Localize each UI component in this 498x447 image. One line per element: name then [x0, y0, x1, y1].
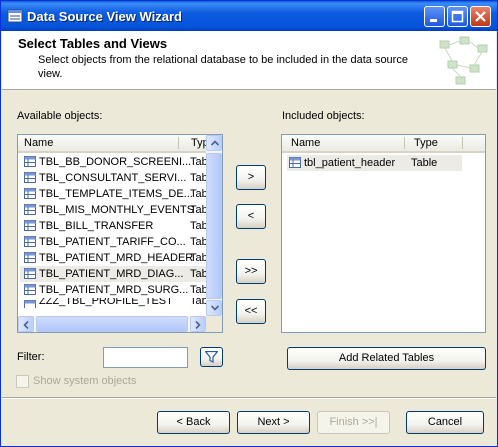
available-row-selected[interactable]: TBL_PATIENT_MRD_DIAG... Tab	[20, 266, 208, 282]
filter-input[interactable]	[103, 347, 188, 368]
table-icon	[24, 268, 36, 279]
table-icon	[24, 204, 36, 215]
column-separator[interactable]	[178, 137, 179, 149]
object-name: TBL_PATIENT_MRD_SURG...	[39, 284, 189, 296]
filter-icon	[205, 351, 218, 363]
add-related-tables-button[interactable]: Add Related Tables	[287, 347, 486, 370]
available-row[interactable]: ZZZ_TBL_PROFILE_TEST Tab	[20, 298, 206, 308]
included-row[interactable]: tbl_patient_header Table	[287, 155, 462, 171]
available-list-header: Name Typ	[18, 135, 209, 153]
table-icon	[24, 188, 36, 199]
chevron-down-icon	[211, 305, 219, 311]
back-button[interactable]: < Back	[157, 411, 230, 434]
object-name: tbl_patient_header	[304, 157, 396, 169]
footer-divider	[2, 397, 496, 399]
table-icon	[289, 157, 301, 168]
included-objects-list[interactable]: Name Type tbl_patient_header Table	[281, 134, 486, 333]
available-row[interactable]: TBL_MIS_MONTHLY_EVENTS Tab	[20, 202, 208, 218]
wizard-window: Data Source View Wizard Select Tables an…	[0, 0, 498, 447]
scroll-thumb[interactable]	[206, 153, 222, 299]
available-row[interactable]: TBL_PATIENT_MRD_HEADER Tab	[20, 250, 208, 266]
scroll-right-button[interactable]	[190, 316, 206, 332]
table-icon	[24, 300, 36, 308]
window-title: Data Source View Wizard	[27, 9, 182, 24]
close-button[interactable]	[470, 6, 491, 27]
add-button[interactable]: >	[236, 165, 266, 190]
object-name: TBL_PATIENT_TARIFF_CO...	[39, 236, 186, 248]
minimize-button[interactable]	[424, 6, 445, 27]
horizontal-scrollbar[interactable]	[18, 316, 206, 332]
close-icon	[475, 11, 486, 22]
available-row[interactable]: TBL_BILL_TRANSFER Tab	[20, 218, 208, 234]
table-icon	[24, 284, 36, 295]
add-all-button[interactable]: >>	[236, 259, 266, 284]
finish-button[interactable]: Finish >>|	[317, 411, 390, 434]
table-icon	[24, 236, 36, 247]
minimize-icon	[430, 19, 437, 22]
chevron-up-icon	[211, 140, 219, 146]
object-type: Tab	[190, 298, 206, 307]
table-icon	[24, 172, 36, 183]
horizontal-scroll-thumb[interactable]	[36, 316, 188, 332]
object-name: TBL_PATIENT_MRD_HEADER	[39, 252, 194, 264]
show-system-objects-checkbox[interactable]	[16, 375, 29, 388]
table-icon	[24, 252, 36, 263]
table-icon	[24, 156, 36, 167]
wizard-banner-icon	[439, 36, 488, 85]
column-separator[interactable]	[462, 137, 463, 149]
wizard-header: Select Tables and Views Select objects f…	[2, 31, 496, 90]
object-name: TBL_BB_DONOR_SCREENI...	[39, 156, 192, 168]
object-name: ZZZ_TBL_PROFILE_TEST	[39, 298, 173, 307]
object-name: TBL_BILL_TRANSFER	[39, 220, 154, 232]
filter-button[interactable]	[200, 347, 223, 367]
column-header-name[interactable]: Name	[18, 135, 178, 151]
chevron-left-icon	[23, 321, 29, 329]
available-row[interactable]: TBL_BB_DONOR_SCREENI... Tab	[20, 154, 208, 170]
column-separator[interactable]	[404, 137, 405, 149]
object-name: TBL_MIS_MONTHLY_EVENTS	[39, 204, 195, 216]
available-row[interactable]: TBL_TEMPLATE_ITEMS_DE... Tab	[20, 186, 208, 202]
cancel-button[interactable]: Cancel	[406, 411, 484, 434]
scroll-corner	[206, 316, 222, 332]
next-button[interactable]: Next >	[237, 411, 310, 434]
included-list-header: Name Type	[282, 135, 485, 153]
app-icon	[7, 9, 23, 23]
filter-label: Filter:	[17, 351, 45, 363]
column-header-type[interactable]: Typ	[184, 135, 209, 151]
object-name: TBL_PATIENT_MRD_DIAG...	[39, 268, 184, 280]
chevron-right-icon	[195, 321, 201, 329]
show-system-objects-label: Show system objects	[33, 375, 137, 387]
available-objects-list[interactable]: Name Typ TBL_BB_DONOR_SCREENI... Tab TBL…	[17, 134, 223, 333]
column-header-type[interactable]: Type	[408, 135, 458, 151]
page-description: Select objects from the relational datab…	[38, 54, 408, 80]
scroll-up-button[interactable]	[206, 135, 222, 151]
column-header-name[interactable]: Name	[285, 135, 403, 151]
page-title: Select Tables and Views	[18, 36, 168, 51]
scroll-left-button[interactable]	[18, 316, 34, 332]
available-row[interactable]: TBL_PATIENT_MRD_SURG... Tab	[20, 282, 208, 298]
available-row[interactable]: TBL_PATIENT_TARIFF_CO... Tab	[20, 234, 208, 250]
object-name: TBL_CONSULTANT_SERVI...	[39, 172, 187, 184]
remove-button[interactable]: <	[236, 204, 266, 229]
object-name: TBL_TEMPLATE_ITEMS_DE...	[39, 188, 193, 200]
title-bar[interactable]: Data Source View Wizard	[1, 1, 497, 31]
scroll-down-button[interactable]	[206, 300, 222, 316]
table-icon	[24, 220, 36, 231]
available-objects-label: Available objects:	[17, 110, 103, 122]
object-type: Table	[411, 157, 438, 169]
maximize-button[interactable]	[447, 6, 468, 27]
vertical-scrollbar[interactable]	[206, 135, 222, 316]
maximize-icon	[451, 10, 464, 23]
available-row[interactable]: TBL_CONSULTANT_SERVI... Tab	[20, 170, 208, 186]
remove-all-button[interactable]: <<	[236, 299, 266, 324]
included-objects-label: Included objects:	[282, 110, 365, 122]
